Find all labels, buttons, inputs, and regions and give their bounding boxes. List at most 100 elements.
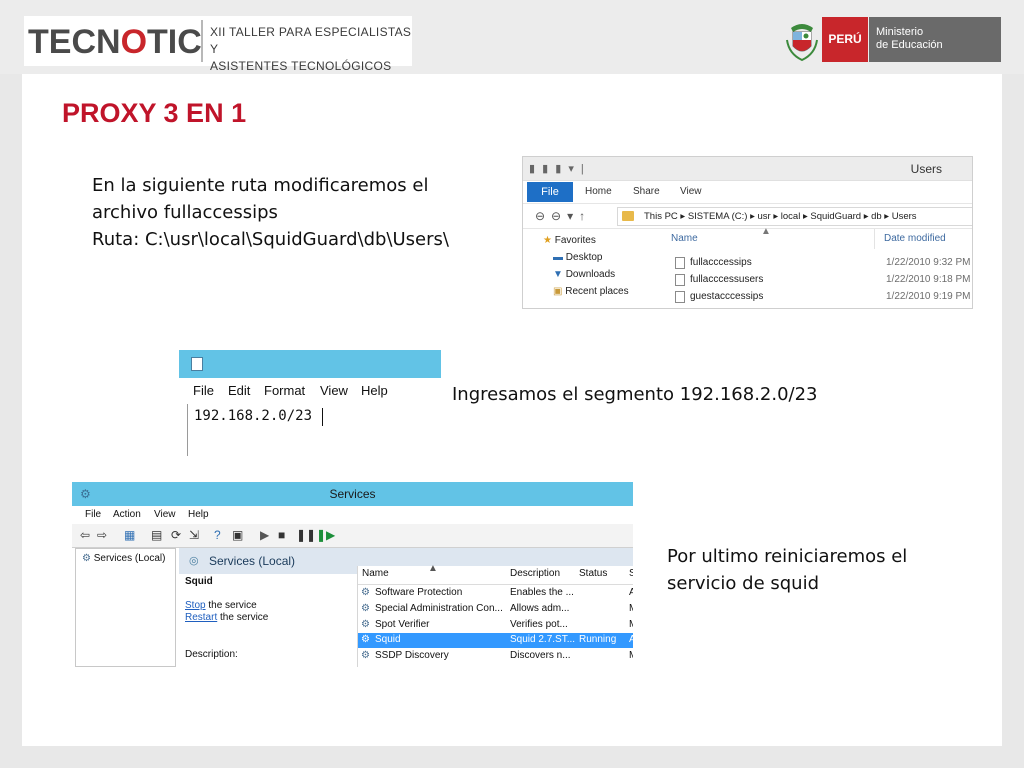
services-menubar: File Action View Help (72, 506, 633, 524)
logo-wordmark: TECNOTIC (28, 22, 202, 62)
services-screenshot: ⚙ Services File Action View Help ⇦ ⇨ ▦ ▤… (72, 482, 633, 667)
tab-share[interactable]: Share (633, 186, 660, 197)
nav-item-recent-places[interactable]: ▣ Recent places (553, 286, 629, 297)
nav-item-downloads[interactable]: ▼ Downloads (553, 269, 615, 280)
service-gear-icon: ⚙ (361, 603, 370, 614)
table-row[interactable]: ⚙ Spot Verifier Verifies pot... M (358, 618, 633, 633)
tab-home[interactable]: Home (585, 186, 612, 197)
nav-item-label: Desktop (565, 252, 603, 263)
ministry-badge: Ministerio de Educación (869, 17, 1001, 62)
column-header-name[interactable]: Name (671, 233, 698, 244)
refresh-icon[interactable]: ⟳ (171, 528, 181, 542)
logo-text-left: TECN (28, 23, 121, 61)
start-service-icon[interactable]: ▶ (260, 528, 269, 542)
back-arrow-icon[interactable]: ⇦ (80, 528, 90, 542)
column-header-startup[interactable]: S (629, 568, 633, 584)
restart-service-text: the service (217, 612, 269, 623)
service-gear-icon: ⚙ (361, 650, 370, 661)
properties-icon[interactable]: ▤ (151, 528, 162, 542)
table-header-divider (358, 584, 633, 585)
menu-help[interactable]: Help (188, 509, 209, 520)
file-list: Name ▲ Date modified fullacccessips 1/22… (656, 226, 972, 308)
text-caret (322, 408, 323, 426)
ministry-line1: Ministerio (876, 26, 924, 38)
restart-text-line1: Por ultimo reiniciaremos el (667, 546, 908, 567)
services-window-title: Services (329, 487, 376, 501)
tree-item-label: Services (Local) (93, 553, 166, 564)
quick-access-toolbar-icon: ▮ ▮ ▮ ▾ | (529, 163, 586, 175)
service-gear-icon: ⚙ (361, 634, 370, 645)
service-gear-icon: ⚙ (361, 587, 370, 598)
restart-service-line: Restart the service (185, 612, 268, 623)
nav-item-label: Downloads (565, 269, 616, 280)
services-table: Name ▲ Description Status S ⚙ Software P… (357, 563, 633, 667)
menu-file[interactable]: File (85, 509, 101, 520)
logo-text-right: TIC (147, 23, 202, 61)
logo-text-mid: O (120, 23, 148, 61)
table-row-selected[interactable]: ⚙ Squid Squid 2.7.ST... Running A (358, 633, 633, 648)
menu-edit[interactable]: Edit (228, 383, 250, 398)
service-name: Special Administration Con... (375, 603, 503, 614)
console-tree-icon[interactable]: ▦ (124, 528, 135, 542)
service-startup: M (629, 650, 633, 661)
column-header-date-modified[interactable]: Date modified (884, 233, 946, 244)
logo-divider (201, 20, 203, 62)
file-row[interactable]: fullacccessips 1/22/2010 9:32 PM (656, 255, 972, 272)
navigation-pane: ★ Favorites ▬ Desktop ▼ Downloads ▣ Rece… (523, 229, 656, 308)
restart-service-link[interactable]: Restart (185, 612, 217, 623)
nav-item-favorites[interactable]: ★ Favorites (543, 235, 596, 246)
column-header-status[interactable]: Status (579, 568, 607, 584)
notepad-content: 192.168.2.0/23 (194, 408, 313, 424)
service-description: Squid 2.7.ST... (510, 634, 576, 645)
menu-file[interactable]: File (193, 383, 214, 398)
notepad-icon (191, 357, 203, 371)
file-row[interactable]: fullacccessusers 1/22/2010 9:18 PM (656, 272, 972, 289)
sort-arrow-icon: ▲ (428, 563, 438, 574)
column-header-description[interactable]: Description (510, 568, 560, 584)
back-forward-icon[interactable]: ⊖⊖▾↑ (535, 209, 591, 223)
stop-service-icon[interactable]: ■ (278, 528, 285, 542)
peru-coat-of-arms-icon (786, 24, 818, 62)
file-row[interactable]: guestacccessips 1/22/2010 9:19 PM (656, 289, 972, 306)
menu-action[interactable]: Action (113, 509, 141, 520)
address-path: This PC ▸ SISTEMA (C:) ▸ usr ▸ local ▸ S… (644, 211, 917, 222)
help-icon[interactable]: ? (214, 528, 221, 542)
nav-item-label: Recent places (565, 286, 629, 297)
tab-file[interactable]: File (527, 182, 573, 202)
export-icon[interactable]: ⇲ (189, 528, 199, 542)
file-explorer-screenshot: ▮ ▮ ▮ ▾ | Users File Home Share View ⊖⊖▾… (522, 156, 973, 309)
nav-item-desktop[interactable]: ▬ Desktop (553, 252, 602, 263)
explorer-address-row: ⊖⊖▾↑ This PC ▸ SISTEMA (C:) ▸ usr ▸ loca… (523, 203, 972, 229)
pause-service-icon[interactable]: ❚❚ (296, 528, 316, 542)
services-pane: ◎ Services (Local) Squid Stop the servic… (179, 548, 633, 667)
desktop-icon: ▬ (553, 252, 563, 263)
table-row[interactable]: ⚙ Special Administration Con... Allows a… (358, 602, 633, 617)
service-startup: M (629, 619, 633, 630)
table-row[interactable]: ⚙ Software Protection Enables the ... A (358, 586, 633, 601)
notepad-screenshot: File Edit Format View Help 192.168.2.0/2… (179, 350, 441, 456)
restart-service-icon[interactable]: ❚▶ (316, 528, 335, 542)
notepad-text-area[interactable]: 192.168.2.0/23 (187, 404, 441, 456)
tab-view[interactable]: View (680, 186, 702, 197)
tree-item-services-local[interactable]: ⚙ Services (Local) (82, 553, 165, 564)
explorer-window-title: Users (910, 162, 942, 176)
column-header-name[interactable]: Name (362, 568, 389, 584)
service-description: Enables the ... (510, 587, 574, 598)
peru-badge: PERÚ (822, 17, 868, 62)
file-name: fullacccessips (690, 257, 752, 268)
search-icon: ◎ (189, 555, 199, 567)
service-name: Software Protection (375, 587, 463, 598)
route-text-line1: En la siguiente ruta modificaremos el (92, 175, 429, 196)
menu-help[interactable]: Help (361, 383, 388, 398)
forward-arrow-icon[interactable]: ⇨ (97, 528, 107, 542)
address-bar[interactable]: This PC ▸ SISTEMA (C:) ▸ usr ▸ local ▸ S… (617, 207, 972, 226)
menu-format[interactable]: Format (264, 383, 305, 398)
stop-service-link[interactable]: Stop (185, 600, 206, 611)
console-icon[interactable]: ▣ (232, 528, 243, 542)
menu-view[interactable]: View (154, 509, 176, 520)
table-row[interactable]: ⚙ SSDP Discovery Discovers n... M (358, 649, 633, 664)
menu-view[interactable]: View (320, 383, 348, 398)
service-gear-icon: ⚙ (361, 619, 370, 630)
service-name: SSDP Discovery (375, 650, 449, 661)
recent-places-icon: ▣ (553, 286, 563, 297)
